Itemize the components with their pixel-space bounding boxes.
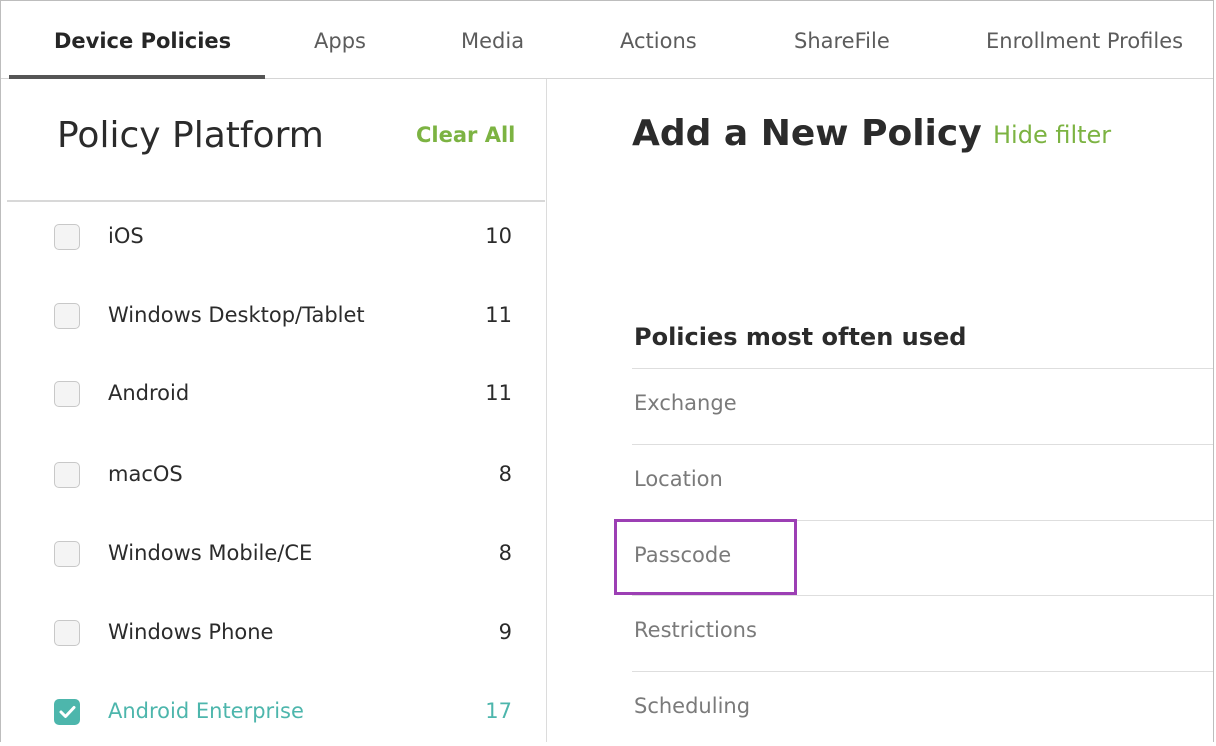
platform-label: macOS — [108, 462, 183, 486]
policy-label: Location — [634, 467, 723, 491]
policy-item-scheduling[interactable]: Scheduling — [632, 671, 1213, 746]
add-policy-panel: Add a New Policy Hide filter Policies mo… — [547, 79, 1213, 742]
platform-item-windows-desktop-tablet[interactable]: Windows Desktop/Tablet 11 — [1, 297, 546, 337]
platform-item-android[interactable]: Android 11 — [1, 375, 546, 415]
platform-label: Windows Phone — [108, 620, 274, 644]
tab-device-policies[interactable]: Device Policies — [54, 1, 231, 79]
platform-count: 8 — [498, 541, 512, 565]
policy-label: Exchange — [634, 391, 737, 415]
platform-item-macos[interactable]: macOS 8 — [1, 456, 546, 496]
platform-count: 17 — [485, 699, 512, 723]
policy-platform-filter-panel: Policy Platform Clear All iOS 10 Windows… — [1, 79, 547, 742]
policy-label: Passcode — [634, 543, 732, 567]
platform-count: 10 — [485, 224, 512, 248]
platform-item-windows-mobile-ce[interactable]: Windows Mobile/CE 8 — [1, 535, 546, 575]
platform-count: 9 — [498, 620, 512, 644]
platform-item-windows-phone[interactable]: Windows Phone 9 — [1, 614, 546, 654]
clear-all-button[interactable]: Clear All — [416, 123, 515, 147]
platform-count: 8 — [498, 462, 512, 486]
ios-checkbox[interactable] — [54, 224, 80, 250]
windows-desktop-tablet-checkbox[interactable] — [54, 303, 80, 329]
top-tab-bar: Device Policies Apps Media Actions Share… — [1, 1, 1213, 79]
platform-label: Android Enterprise — [108, 699, 304, 723]
platform-item-ios[interactable]: iOS 10 — [1, 218, 546, 258]
platform-label: Android — [108, 381, 190, 405]
policy-item-passcode[interactable]: Passcode — [632, 520, 1213, 595]
section-heading: Policies most often used — [634, 323, 967, 351]
platform-label: Windows Mobile/CE — [108, 541, 313, 565]
windows-mobile-ce-checkbox[interactable] — [54, 541, 80, 567]
platform-item-android-enterprise[interactable]: Android Enterprise 17 — [1, 693, 546, 733]
platform-label: Windows Desktop/Tablet — [108, 303, 365, 327]
platform-count: 11 — [485, 381, 512, 405]
policy-label: Scheduling — [634, 694, 751, 718]
windows-phone-checkbox[interactable] — [54, 620, 80, 646]
android-checkbox[interactable] — [54, 381, 80, 407]
hide-filter-link[interactable]: Hide filter — [993, 121, 1111, 149]
platform-label: iOS — [108, 224, 144, 248]
tab-enrollment-profiles[interactable]: Enrollment Profiles — [986, 1, 1183, 79]
tab-sharefile[interactable]: ShareFile — [794, 1, 890, 79]
policy-label: Restrictions — [634, 618, 757, 642]
checkmark-icon — [59, 706, 76, 718]
page-title: Add a New Policy — [632, 113, 982, 154]
tab-actions[interactable]: Actions — [620, 1, 697, 79]
android-enterprise-checkbox[interactable] — [54, 699, 80, 725]
platform-count: 11 — [485, 303, 512, 327]
policy-item-restrictions[interactable]: Restrictions — [632, 595, 1213, 670]
tab-media[interactable]: Media — [461, 1, 524, 79]
tab-apps[interactable]: Apps — [314, 1, 366, 79]
macos-checkbox[interactable] — [54, 462, 80, 488]
filter-panel-title: Policy Platform — [57, 115, 324, 156]
policy-item-location[interactable]: Location — [632, 444, 1213, 519]
filter-panel-divider — [7, 200, 545, 202]
policy-item-exchange[interactable]: Exchange — [632, 368, 1213, 443]
